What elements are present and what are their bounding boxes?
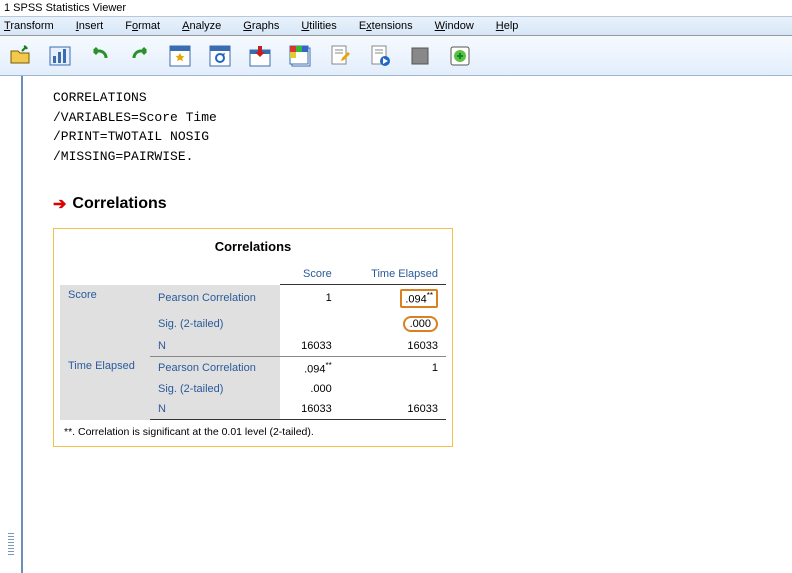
row-var-time: Time Elapsed — [60, 356, 150, 420]
cell-value: 16033 — [280, 399, 340, 420]
stat-label: Sig. (2-tailed) — [150, 379, 280, 399]
stat-label: Pearson Correlation — [150, 285, 280, 312]
syntax-line: /PRINT=TWOTAIL NOSIG — [53, 127, 453, 147]
syntax-line: CORRELATIONS — [53, 88, 453, 108]
stat-label: Pearson Correlation — [150, 356, 280, 379]
syntax-block: CORRELATIONS /VARIABLES=Score Time /PRIN… — [53, 88, 453, 166]
doc-play-icon[interactable] — [366, 42, 394, 70]
cell-value: 16033 — [340, 336, 446, 357]
menu-extensions[interactable]: Extensions — [359, 20, 413, 32]
row-var-score: Score — [60, 285, 150, 357]
stat-label: Sig. (2-tailed) — [150, 312, 280, 336]
cell-value: 16033 — [280, 336, 340, 357]
menu-graphs[interactable]: Graphs — [243, 20, 279, 32]
doc-edit-icon[interactable] — [326, 42, 354, 70]
cell-value: 1 — [340, 356, 446, 379]
data-down-icon[interactable] — [246, 42, 274, 70]
table-footnote: **. Correlation is significant at the 0.… — [60, 420, 446, 440]
cell-value-highlight: .000 — [340, 312, 446, 336]
syntax-line: /MISSING=PAIRWISE. — [53, 147, 453, 167]
data-star-icon[interactable] — [166, 42, 194, 70]
undo-icon[interactable] — [86, 42, 114, 70]
outline-drag-handle[interactable] — [0, 76, 23, 573]
cell-value: 16033 — [340, 399, 446, 420]
col-header-time: Time Elapsed — [340, 264, 446, 285]
output-viewer: CORRELATIONS /VARIABLES=Score Time /PRIN… — [23, 76, 483, 573]
correlations-table-box: Correlations Score Time Elapsed Score Pe… — [53, 228, 453, 447]
correlations-table: Score Time Elapsed Score Pearson Correla… — [60, 264, 446, 420]
add-icon[interactable] — [446, 42, 474, 70]
open-icon[interactable] — [6, 42, 34, 70]
menu-help[interactable]: Help — [496, 20, 519, 32]
data-refresh-icon[interactable] — [206, 42, 234, 70]
cell-value: .000 — [280, 379, 340, 399]
menu-analyze[interactable]: Analyze — [182, 20, 221, 32]
syntax-line: /VARIABLES=Score Time — [53, 108, 453, 128]
col-header-score: Score — [280, 264, 340, 285]
stat-label: N — [150, 399, 280, 420]
stop-icon[interactable] — [406, 42, 434, 70]
menu-utilities[interactable]: Utilities — [301, 20, 336, 32]
window-title: 1 SPSS Statistics Viewer — [0, 0, 792, 16]
menu-format[interactable]: Format — [125, 20, 160, 32]
output-heading: Correlations — [72, 195, 166, 213]
menu-insert[interactable]: Insert — [76, 20, 104, 32]
menu-transform[interactable]: Transform — [4, 20, 54, 32]
cell-value: .094** — [280, 356, 340, 379]
menubar: Transform Insert Format Analyze Graphs U… — [0, 16, 792, 36]
table-title: Correlations — [60, 235, 446, 264]
arrow-right-icon: ➔ — [53, 194, 66, 214]
stat-label: N — [150, 336, 280, 357]
toolbar — [0, 36, 792, 76]
data-color-icon[interactable] — [286, 42, 314, 70]
chart-icon[interactable] — [46, 42, 74, 70]
redo-icon[interactable] — [126, 42, 154, 70]
cell-value: 1 — [280, 285, 340, 312]
cell-value-highlight: .094** — [340, 285, 446, 312]
menu-window[interactable]: Window — [435, 20, 474, 32]
